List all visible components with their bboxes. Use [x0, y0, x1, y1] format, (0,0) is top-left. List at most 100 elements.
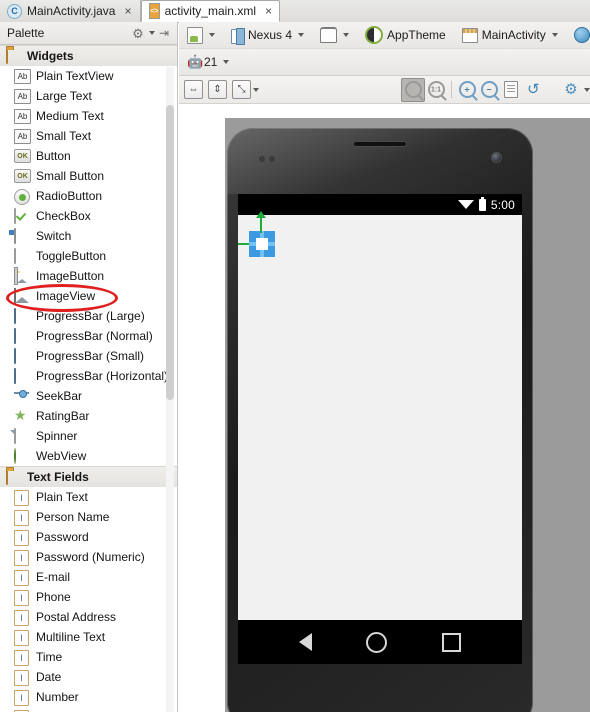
progress-bar-icon — [14, 328, 16, 344]
palette-title: Palette — [7, 26, 45, 40]
palette-item-progressbar-normal[interactable]: ProgressBar (Normal) — [0, 326, 177, 346]
toolbar-separator — [451, 81, 452, 98]
earpiece-speaker-icon — [354, 142, 406, 146]
tab-label: MainActivity.java — [27, 4, 116, 18]
palette-item-number-signed[interactable]: I Number (Signed) — [0, 707, 177, 712]
item-label: ImageView — [36, 289, 96, 303]
palette-list[interactable]: Widgets Ab Plain TextView Ab Large Text … — [0, 45, 177, 712]
item-label: ImageButton — [36, 269, 105, 283]
theme-icon — [365, 26, 384, 44]
palette-item-small-text[interactable]: Ab Small Text — [0, 126, 177, 146]
chevron-down-icon — [343, 33, 350, 37]
proximity-sensor-icon — [259, 156, 265, 162]
palette-item-plain-textview[interactable]: Ab Plain TextView — [0, 66, 177, 86]
locale-selector-button[interactable] — [570, 25, 590, 46]
battery-icon — [478, 196, 486, 211]
app-layout-area[interactable] — [238, 211, 522, 664]
theme-selector-button[interactable]: AppTheme — [361, 25, 450, 46]
palette-item-time[interactable]: I Time — [0, 647, 177, 667]
palette-item-seekbar[interactable]: SeekBar — [0, 386, 177, 406]
palette-scrollbar-thumb[interactable] — [166, 105, 174, 400]
locale-globe-icon — [573, 27, 590, 43]
web-view-icon — [14, 448, 16, 464]
device-preview-nexus-4[interactable]: 5:00 — [227, 128, 533, 712]
zoom-actual-size-button[interactable]: 1:1 — [425, 79, 447, 101]
spinner-icon — [14, 428, 16, 444]
palette-item-progressbar-horizontal[interactable]: ProgressBar (Horizontal) — [0, 366, 177, 386]
palette-item-email[interactable]: I E-mail — [0, 567, 177, 587]
document-icon — [504, 81, 518, 98]
palette-item-button[interactable]: OK Button — [0, 146, 177, 166]
gear-icon[interactable]: ⚙ — [129, 25, 147, 41]
widget-drop-indicator — [238, 211, 275, 257]
refresh-button[interactable]: ↻ — [522, 79, 544, 101]
recents-square-icon[interactable] — [441, 632, 461, 652]
palette-item-phone[interactable]: I Phone — [0, 587, 177, 607]
item-label: Number — [36, 690, 79, 704]
palette-item-large-text[interactable]: Ab Large Text — [0, 86, 177, 106]
item-label: Small Text — [36, 129, 92, 143]
palette-item-imagebutton[interactable]: ImageButton — [0, 266, 177, 286]
zoom-out-button[interactable]: − — [478, 79, 500, 101]
palette-item-date[interactable]: I Date — [0, 667, 177, 687]
palette-item-multiline-text[interactable]: I Multiline Text — [0, 627, 177, 647]
orientation-button[interactable] — [316, 25, 353, 46]
item-label: Date — [36, 670, 62, 684]
tab-mainactivity-java[interactable]: C MainActivity.java × — [0, 0, 141, 22]
item-label: ProgressBar (Horizontal) — [36, 369, 169, 383]
palette-item-postal-address[interactable]: I Postal Address — [0, 607, 177, 627]
palette-item-checkbox[interactable]: CheckBox — [0, 206, 177, 226]
zoom-to-fit-button[interactable] — [401, 77, 425, 102]
chevron-down-icon[interactable] — [584, 87, 590, 92]
collapse-panel-icon[interactable]: ⇥ — [155, 25, 173, 41]
palette-item-imageview[interactable]: ImageView — [0, 286, 177, 306]
tab-activity-main-xml[interactable]: activity_main.xml × — [141, 0, 280, 22]
palette-item-plain-text[interactable]: I Plain Text — [0, 487, 177, 507]
palette-item-ratingbar[interactable]: ★ RatingBar — [0, 406, 177, 426]
tab-label: activity_main.xml — [164, 4, 256, 18]
palette-item-person-name[interactable]: I Person Name — [0, 507, 177, 527]
ok-button-icon: OK — [14, 149, 31, 163]
item-label: Large Text — [36, 89, 92, 103]
close-icon[interactable]: × — [124, 5, 131, 17]
palette-item-password-numeric[interactable]: I Password (Numeric) — [0, 547, 177, 567]
close-icon[interactable]: × — [265, 5, 272, 17]
item-label: Time — [36, 650, 63, 664]
palette-item-progressbar-large[interactable]: ProgressBar (Large) — [0, 306, 177, 326]
zoom-in-button[interactable]: + — [456, 79, 478, 101]
distribute-horizontally-button[interactable]: ⇔ — [184, 80, 203, 99]
render-info-button[interactable] — [500, 79, 522, 101]
palette-group-widgets[interactable]: Widgets — [0, 45, 177, 66]
palette-item-radiobutton[interactable]: RadioButton — [0, 186, 177, 206]
item-label: Switch — [36, 229, 72, 243]
palette-item-number[interactable]: I Number — [0, 687, 177, 707]
palette-item-progressbar-small[interactable]: ProgressBar (Small) — [0, 346, 177, 366]
palette-group-text-fields[interactable]: Text Fields — [0, 466, 177, 487]
palette-item-small-button[interactable]: OK Small Button — [0, 166, 177, 186]
progress-bar-icon — [14, 348, 16, 364]
palette-item-medium-text[interactable]: Ab Medium Text — [0, 106, 177, 126]
palette-item-spinner[interactable]: Spinner — [0, 426, 177, 446]
gear-icon: ⚙ — [564, 81, 578, 98]
back-triangle-icon[interactable] — [299, 633, 313, 651]
chevron-down-icon — [223, 60, 230, 64]
activity-selector-button[interactable]: MainActivity — [458, 25, 562, 46]
palette-item-togglebutton[interactable]: ToggleButton — [0, 246, 177, 266]
item-label: Button — [36, 149, 71, 163]
palette-item-webview[interactable]: WebView — [0, 446, 177, 466]
zoom-1-1-icon: 1:1 — [427, 81, 445, 98]
device-selector-button[interactable]: Nexus 4 — [227, 25, 308, 46]
chevron-down-icon — [209, 33, 215, 37]
chevron-down-icon[interactable] — [253, 87, 259, 92]
layout-variant-button[interactable] — [183, 25, 219, 46]
palette-panel: Palette ⚙ ⇥ Widgets Ab Plain TextView Ab… — [0, 22, 178, 712]
palette-item-password[interactable]: I Password — [0, 527, 177, 547]
api-level-button[interactable]: 🤖 21 — [183, 52, 233, 73]
home-circle-icon[interactable] — [366, 631, 388, 653]
preview-settings-button[interactable]: ⚙ — [560, 79, 582, 101]
text-field-icon: I — [14, 650, 29, 666]
palette-item-switch[interactable]: Switch — [0, 226, 177, 246]
device-screen[interactable]: 5:00 — [238, 194, 522, 664]
distribute-vertically-button[interactable]: ⇕ — [208, 80, 227, 99]
expand-button[interactable]: ⤡ — [232, 80, 251, 99]
